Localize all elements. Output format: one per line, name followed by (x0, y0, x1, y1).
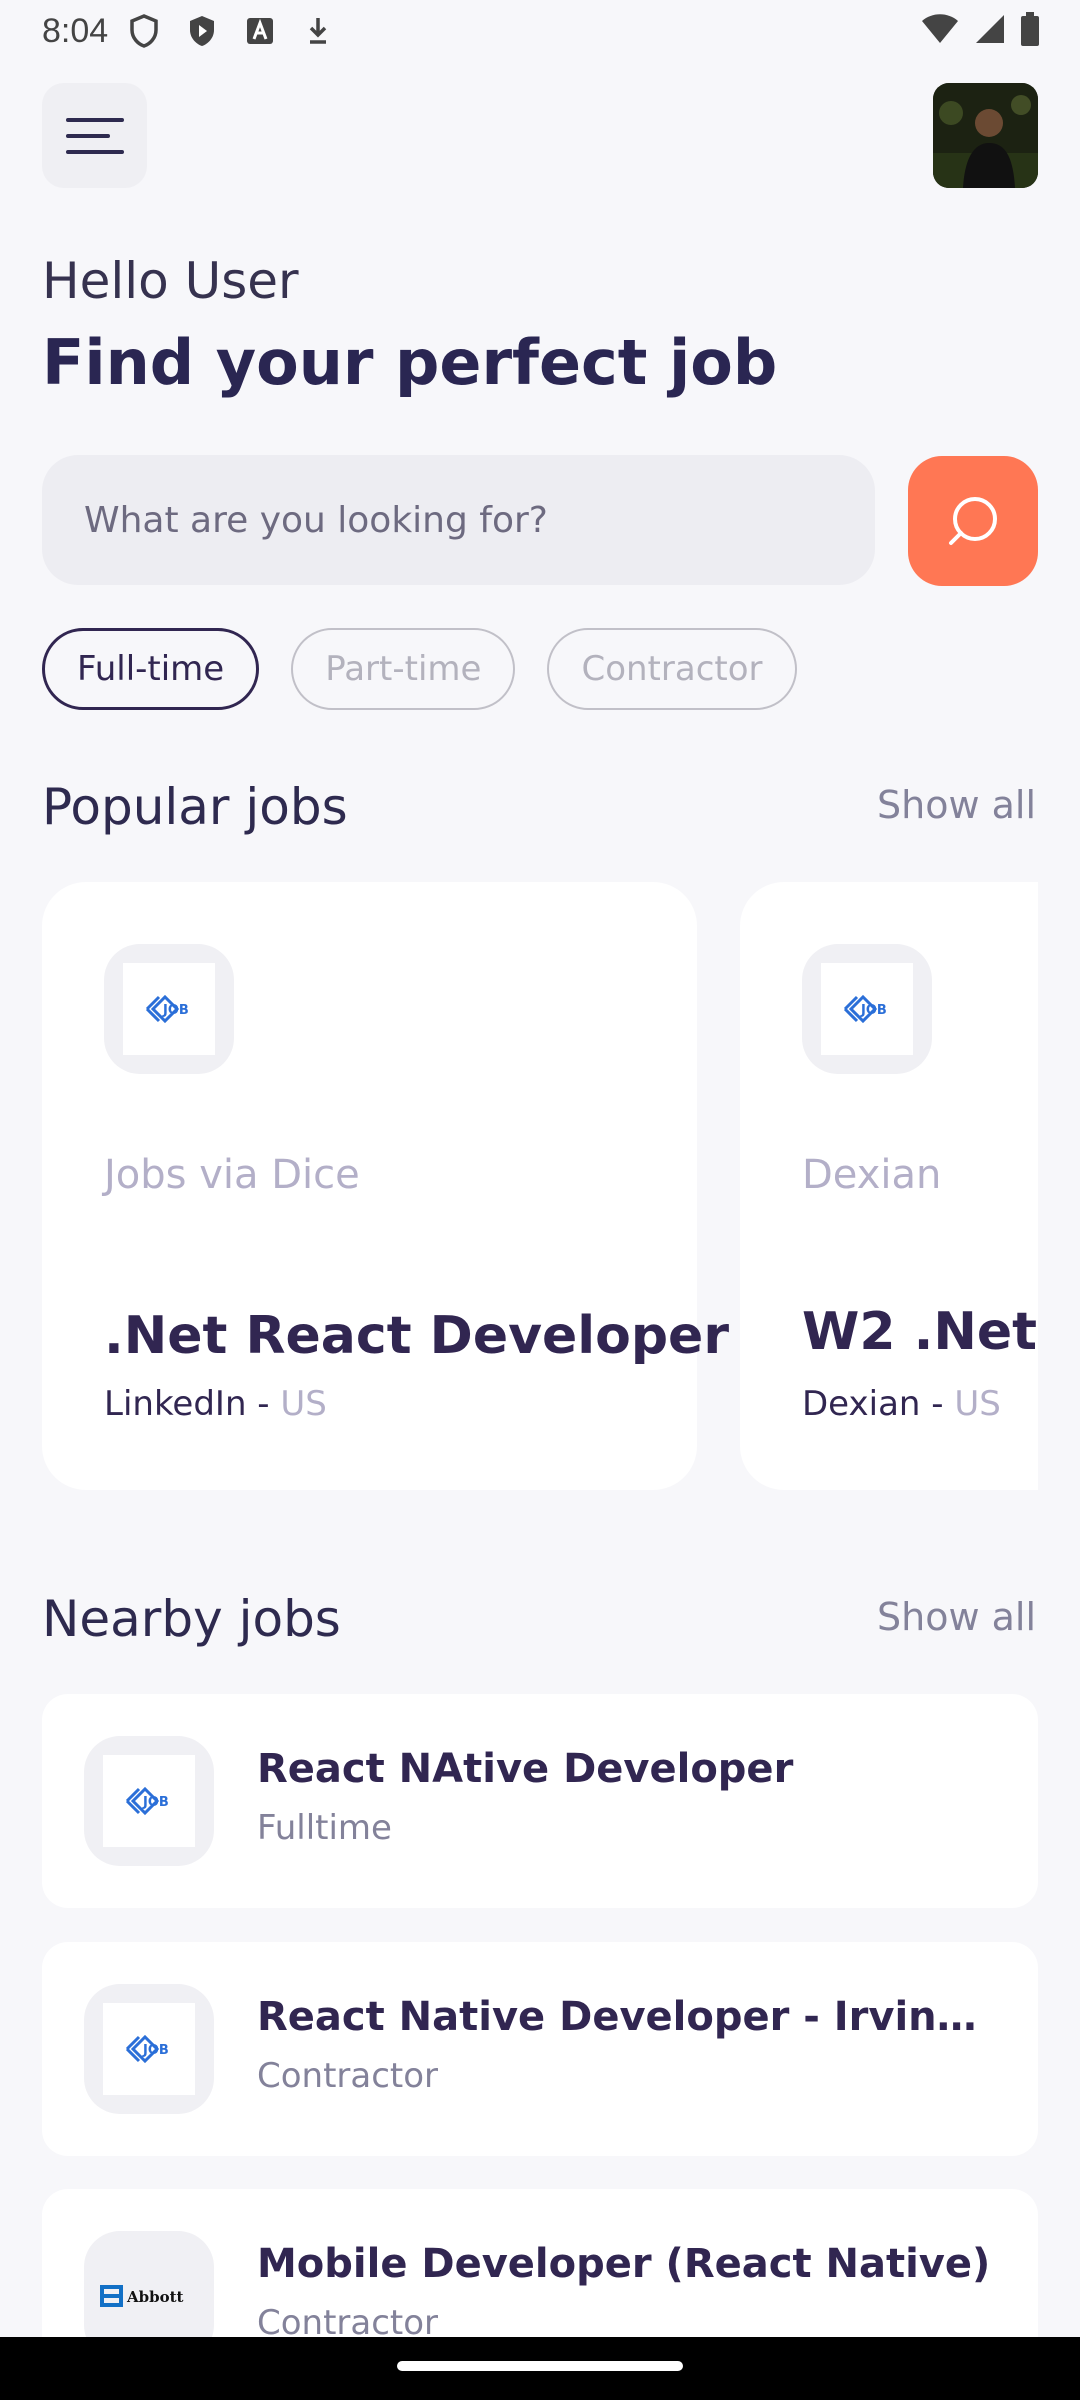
company-logo: JOB (802, 944, 932, 1074)
signal-icon (974, 13, 1006, 49)
job-publisher: LinkedIn - US (104, 1384, 327, 1424)
status-time: 8:04 (42, 11, 109, 50)
status-bar: 8:04 (0, 0, 1080, 62)
tab-full-time[interactable]: Full-time (42, 628, 260, 710)
job-title: React NAtive Developer (257, 1746, 794, 1792)
job-type: Fulltime (257, 1808, 392, 1848)
play-protect-icon (184, 13, 220, 49)
svg-text:JOB: JOB (162, 1003, 189, 1018)
nearby-jobs-title: Nearby jobs (42, 1590, 341, 1648)
job-logo-icon: JOB (125, 1786, 169, 1816)
download-icon (300, 13, 336, 49)
job-country: US (280, 1384, 327, 1424)
search-input[interactable] (42, 455, 875, 585)
popular-job-card[interactable]: JOB Dexian W2 .Net / React Developer Dex… (740, 882, 1038, 1490)
company-name: Jobs via Dice (104, 1152, 360, 1198)
home-gesture-handle[interactable] (397, 2361, 683, 2371)
svg-text:Abbott: Abbott (126, 2288, 184, 2306)
publisher-name: LinkedIn - (104, 1384, 281, 1424)
popular-show-all-link[interactable]: Show all (877, 783, 1036, 827)
svg-text:JOB: JOB (142, 1795, 169, 1810)
tab-contractor[interactable]: Contractor (547, 628, 797, 710)
shield-icon (126, 13, 162, 49)
job-logo-icon: JOB (125, 2034, 169, 2064)
nearby-show-all-link[interactable]: Show all (877, 1595, 1036, 1639)
page-title: Find your perfect job (42, 326, 778, 399)
svg-text:JOB: JOB (142, 2043, 169, 2058)
nearby-job-item[interactable]: JOB React NAtive Developer Fulltime (42, 1694, 1038, 1908)
job-title: .Net React Developer (104, 1306, 729, 1366)
job-title: W2 .Net / React Developer (802, 1302, 1038, 1362)
menu-button[interactable] (42, 83, 147, 188)
job-logo-icon: JOB (843, 994, 887, 1024)
tab-part-time[interactable]: Part-time (291, 628, 516, 710)
battery-icon (1020, 12, 1040, 50)
svg-text:JOB: JOB (860, 1003, 887, 1018)
job-logo-icon: JOB (145, 994, 189, 1024)
company-logo: JOB (84, 1984, 214, 2114)
wifi-icon (920, 13, 960, 49)
popular-jobs-carousel[interactable]: JOB Jobs via Dice .Net React Developer L… (42, 882, 1038, 1492)
greeting-text: Hello User (42, 252, 299, 310)
company-logo: JOB (84, 1736, 214, 1866)
company-name: Dexian (802, 1152, 942, 1198)
search-button[interactable] (908, 456, 1038, 586)
popular-jobs-title: Popular jobs (42, 778, 348, 836)
menu-icon (65, 117, 124, 154)
job-type: Contractor (257, 2056, 439, 2096)
popular-job-card[interactable]: JOB Jobs via Dice .Net React Developer L… (42, 882, 729, 1490)
nearby-job-item[interactable]: Abbott Mobile Developer (React Native) C… (42, 2189, 1038, 2337)
abbott-logo-icon: Abbott (100, 2285, 184, 2307)
publisher-name: Dexian - (802, 1384, 955, 1424)
company-logo: Abbott (84, 2231, 214, 2337)
job-title: React Native Developer - Irving, T... (257, 1994, 997, 2040)
job-type: Contractor (257, 2303, 439, 2337)
search-icon (949, 497, 997, 545)
nearby-job-item[interactable]: JOB React Native Developer - Irving, T..… (42, 1942, 1038, 2156)
font-a-icon (242, 13, 278, 49)
job-type-tabs: Full-time Part-time Contractor (42, 628, 797, 710)
job-publisher: Dexian - US (802, 1384, 1001, 1424)
job-country: US (954, 1384, 1001, 1424)
profile-avatar[interactable] (933, 83, 1038, 188)
company-logo: JOB (104, 944, 234, 1074)
job-title: Mobile Developer (React Native) (257, 2241, 991, 2287)
